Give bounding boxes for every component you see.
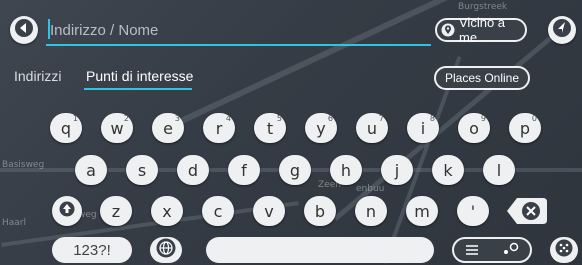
- key-alt-label: 9: [480, 114, 486, 123]
- dots-grid-icon: [555, 239, 573, 261]
- key-label: q: [60, 118, 72, 138]
- key-alt-label: 3: [174, 114, 180, 123]
- key-label: y: [316, 118, 326, 138]
- key-v[interactable]: v: [253, 196, 285, 226]
- key-label: z: [111, 201, 121, 221]
- list-map-toggle[interactable]: [452, 237, 532, 263]
- list-icon: [464, 241, 480, 260]
- key-label: f: [241, 160, 247, 180]
- key-label: d: [187, 160, 199, 180]
- key-label: i: [420, 118, 426, 138]
- key-alt-label: 1: [72, 114, 78, 123]
- key-label: b: [314, 201, 326, 221]
- key-label: n: [365, 201, 377, 221]
- key-alt-label: 7: [378, 114, 384, 123]
- key-label: w: [110, 118, 124, 138]
- key-label: j: [394, 160, 400, 180]
- active-tab-indicator: [84, 88, 192, 90]
- backspace-key[interactable]: [507, 196, 547, 226]
- key-label: x: [162, 201, 172, 221]
- key-x[interactable]: x: [151, 196, 183, 226]
- key-label: p: [519, 118, 531, 138]
- key-alt-label: 5: [276, 114, 282, 123]
- key-h[interactable]: h: [330, 155, 362, 185]
- near-me-label: Vicino a me: [459, 15, 506, 45]
- key-label: r: [215, 118, 223, 138]
- key-label: m: [414, 201, 430, 221]
- back-button[interactable]: [10, 16, 38, 44]
- shift-key[interactable]: [52, 196, 82, 226]
- location-pin-icon: [441, 23, 455, 37]
- key-apostrophe[interactable]: ': [457, 196, 489, 226]
- key-label: g: [289, 160, 301, 180]
- key-label: o: [469, 118, 479, 138]
- search-input[interactable]: [50, 18, 420, 42]
- map-label: enbuu: [356, 184, 385, 194]
- places-online-label: Places Online: [444, 71, 520, 85]
- key-l[interactable]: l: [483, 155, 515, 185]
- key-label: t: [266, 118, 274, 138]
- key-u[interactable]: u7: [356, 113, 388, 143]
- key-j[interactable]: j: [381, 155, 413, 185]
- key-r[interactable]: r4: [203, 113, 235, 143]
- key-alt-label: 2: [123, 114, 129, 123]
- screen: Basisweg Haarl weg Zeeh enbuu Burgstreek…: [0, 0, 582, 265]
- tab-indirizzi[interactable]: Indirizzi: [14, 68, 61, 84]
- key-g[interactable]: g: [279, 155, 311, 185]
- key-o[interactable]: o9: [458, 113, 490, 143]
- key-alt-label: 0: [531, 114, 537, 123]
- key-i[interactable]: i8: [407, 113, 439, 143]
- arrow-up-icon: [59, 201, 75, 221]
- current-location-button[interactable]: [548, 16, 576, 44]
- numbers-symbols-key[interactable]: 123?!: [52, 237, 132, 263]
- places-online-button[interactable]: Places Online: [434, 66, 530, 90]
- key-label: h: [340, 160, 352, 180]
- key-c[interactable]: c: [202, 196, 234, 226]
- key-f[interactable]: f: [228, 155, 260, 185]
- key-alt-label: 8: [429, 114, 435, 123]
- chevron-left-icon: [10, 14, 38, 46]
- tab-punti-di-interesse[interactable]: Punti di interesse: [86, 68, 193, 84]
- key-alt-label: 6: [327, 114, 333, 123]
- search-field[interactable]: [46, 16, 431, 46]
- map-label: Basisweg: [2, 160, 45, 170]
- key-p[interactable]: p0: [509, 113, 541, 143]
- key-m[interactable]: m: [406, 196, 438, 226]
- backspace-icon: [507, 198, 547, 230]
- key-d[interactable]: d: [177, 155, 209, 185]
- key-label: ': [470, 201, 476, 221]
- key-k[interactable]: k: [432, 155, 464, 185]
- key-a[interactable]: a: [75, 155, 107, 185]
- near-me-button[interactable]: Vicino a me: [435, 15, 527, 45]
- key-t[interactable]: t5: [254, 113, 286, 143]
- key-label: l: [496, 160, 502, 180]
- key-label: k: [443, 160, 453, 180]
- key-alt-label: 4: [225, 114, 231, 123]
- language-key[interactable]: [150, 237, 182, 263]
- navigation-arrow-icon: [548, 14, 576, 46]
- key-label: u: [366, 118, 378, 138]
- key-label: a: [86, 160, 96, 180]
- key-e[interactable]: e3: [152, 113, 184, 143]
- map-label: Haarl: [2, 218, 26, 228]
- globe-icon: [156, 238, 176, 262]
- key-label: e: [163, 118, 173, 138]
- key-label: v: [264, 201, 274, 221]
- key-s[interactable]: s: [126, 155, 158, 185]
- map-label: Burgstreek: [458, 2, 508, 12]
- key-b[interactable]: b: [304, 196, 336, 226]
- key-q[interactable]: q1: [50, 113, 82, 143]
- key-y[interactable]: y6: [305, 113, 337, 143]
- map-pins-icon: [500, 241, 520, 260]
- key-n[interactable]: n: [355, 196, 387, 226]
- key-z[interactable]: z: [100, 196, 132, 226]
- menu-button[interactable]: [550, 237, 578, 263]
- key-w[interactable]: w2: [101, 113, 133, 143]
- space-key[interactable]: [206, 237, 434, 263]
- key-label: s: [137, 160, 147, 180]
- key-label: c: [213, 201, 223, 221]
